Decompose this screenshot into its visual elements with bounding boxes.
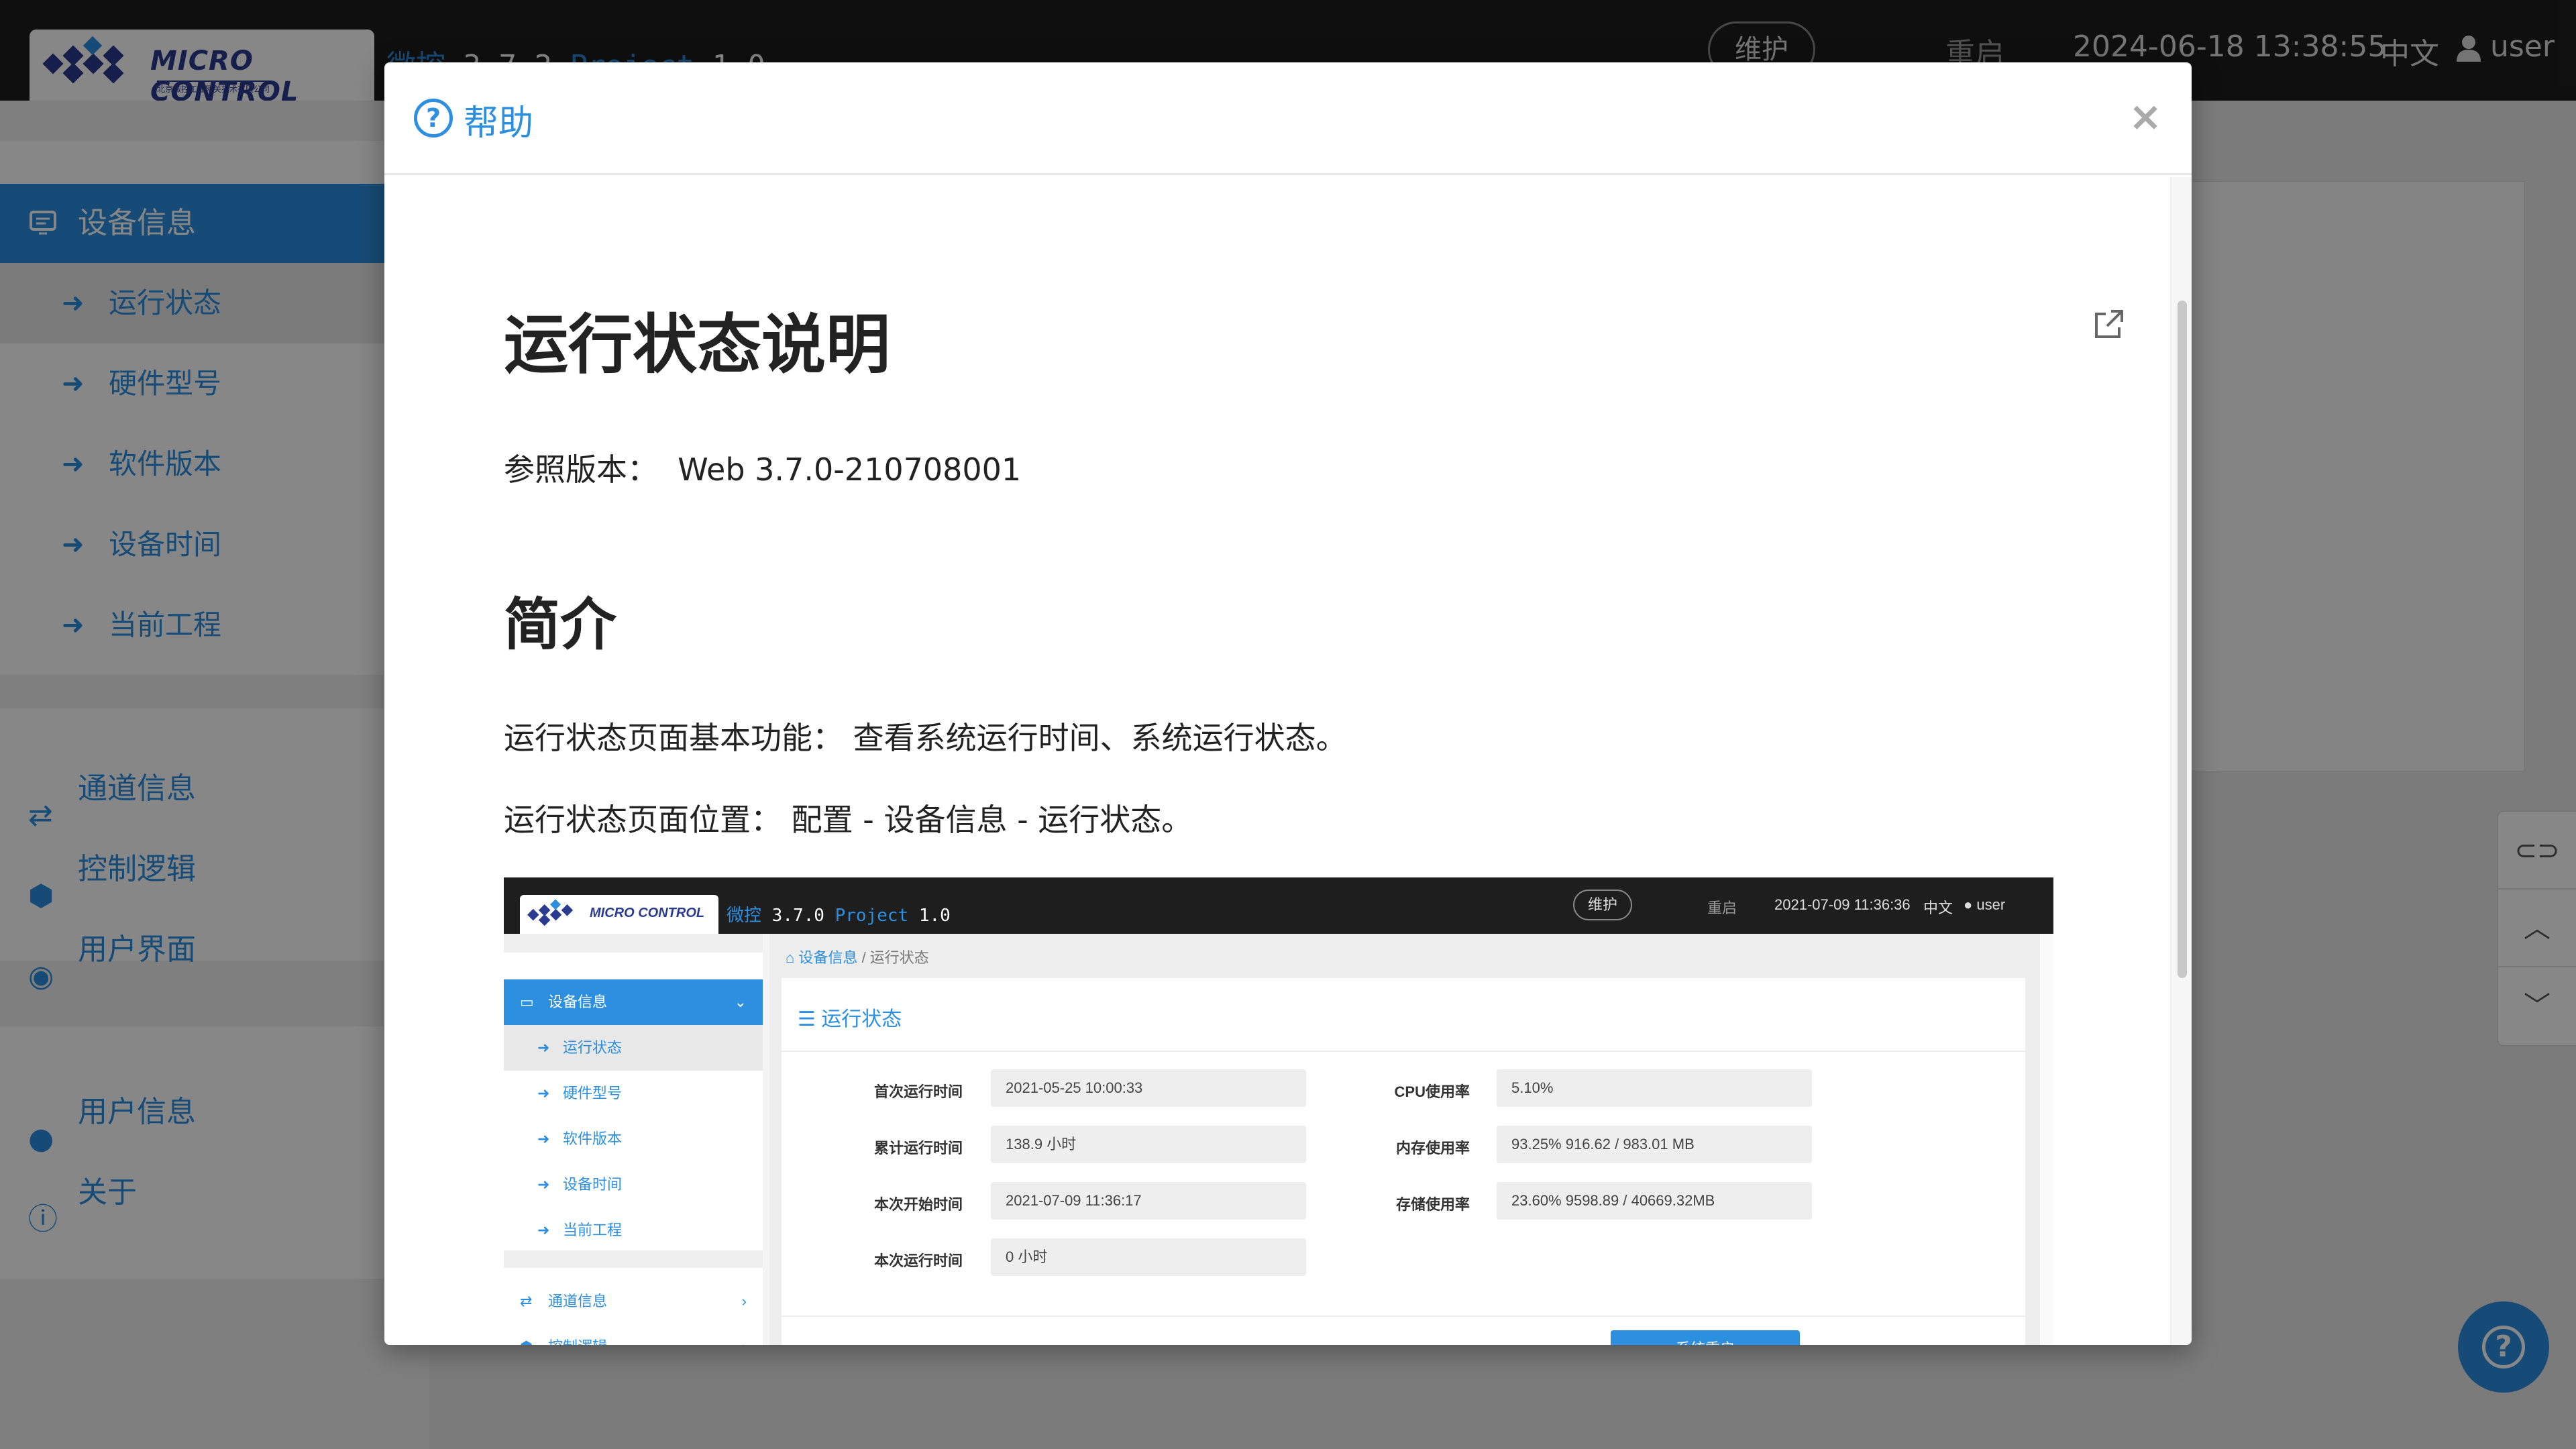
arrow-right-icon: ➜ <box>537 1222 550 1238</box>
field-label: 首次运行时间 <box>873 1083 963 1100</box>
shot-app-title: 微控 3.7.0 Project 1.0 <box>727 906 951 926</box>
home-icon: ⌂ <box>786 949 795 966</box>
doc-heading: 运行状态说明 <box>504 307 890 382</box>
arrow-right-icon: ➜ <box>537 1130 550 1147</box>
question-circle-icon: ? <box>414 99 453 138</box>
shot-top-bar: MICRO CONTROL 微控 3.7.0 Project 1.0 维护 重启… <box>504 877 2053 934</box>
shot-logo: MICRO CONTROL <box>520 895 718 934</box>
field-value: 2021-07-09 11:36:17 <box>991 1182 1306 1220</box>
logo-diamonds-icon <box>527 899 574 926</box>
shot-restart-link: 重启 <box>1707 900 1737 916</box>
shot-sidebar-group: ▭ 设备信息 ⌄ <box>504 979 763 1025</box>
shot-sidebar-item: ➜ 当前工程 <box>504 1208 763 1253</box>
arrow-right-icon: ➜ <box>537 1085 550 1102</box>
arrow-right-icon: ➜ <box>537 1039 550 1056</box>
cube-icon: ⬢ <box>520 1324 533 1345</box>
shot-sidebar-item: ➜ 运行状态 <box>504 1025 763 1071</box>
shot-content: ⌂ 设备信息 / 运行状态 ☰ 运行状态 首次运行时间 2021-05-25 1… <box>769 934 2053 1345</box>
field-value: 93.25% 916.62 / 983.01 MB <box>1497 1126 1812 1163</box>
external-link-icon[interactable] <box>2092 309 2125 341</box>
chevron-right-icon: › <box>741 1293 747 1309</box>
shot-breadcrumb: ⌂ 设备信息 / 运行状态 <box>786 949 929 966</box>
field-label: 累计运行时间 <box>873 1140 963 1157</box>
doc-section-heading: 简介 <box>504 592 617 657</box>
field-label: 本次开始时间 <box>873 1196 963 1213</box>
chevron-right-icon: › <box>742 1324 747 1345</box>
shot-card-header: ☰ 运行状态 <box>782 978 2025 1052</box>
modal-body: 运行状态说明 参照版本： Web 3.7.0-210708001 简介 运行状态… <box>384 177 2170 1345</box>
shot-sidebar-main-item: ⬢控制逻辑› <box>504 1324 763 1345</box>
monitor-icon: ▭ <box>520 994 534 1010</box>
shot-status-card: ☰ 运行状态 首次运行时间 2021-05-25 10:00:33 累计运行时间… <box>782 978 2025 1345</box>
shot-sidebar-item: ➜ 软件版本 <box>504 1116 763 1162</box>
modal-header: ? 帮助 × <box>384 62 2192 175</box>
shot-sidebar: ▭ 设备信息 ⌄ ➜ 运行状态 ➜ 硬件型号 ➜ 软件版本 ➜ 设备时间 ➜ 当前工程 ⇄… <box>504 934 763 1345</box>
exchange-icon: ⇄ <box>520 1293 533 1309</box>
field-value: 0 小时 <box>991 1238 1306 1276</box>
doc-paragraph-location: 运行状态页面位置： 配置 - 设备信息 - 运行状态。 <box>504 802 1193 838</box>
field-label: 存储使用率 <box>1395 1196 1470 1213</box>
shot-sidebar-item: ➜ 硬件型号 <box>504 1071 763 1116</box>
shot-logo-text: MICRO CONTROL <box>590 906 705 920</box>
doc-screenshot: MICRO CONTROL 微控 3.7.0 Project 1.0 维护 重启… <box>504 877 2053 1345</box>
field-value: 138.9 小时 <box>991 1126 1306 1163</box>
field-value: 23.60% 9598.89 / 40669.32MB <box>1497 1182 1812 1220</box>
field-value: 2021-05-25 10:00:33 <box>991 1069 1306 1107</box>
field-value: 5.10% <box>1497 1069 1812 1107</box>
shot-card-title: ☰ 运行状态 <box>798 1008 902 1030</box>
arrow-right-icon: ➜ <box>537 1176 550 1193</box>
shot-sidebar-main-item: ⇄ 通道信息 › <box>504 1279 763 1324</box>
shot-system-restart-button: 系统重启 <box>1611 1330 1800 1345</box>
shot-datetime: 2021-07-09 11:36:36 <box>1774 896 1911 913</box>
help-modal: ? 帮助 × 运行状态说明 参照版本： Web 3.7.0-210708001 … <box>384 62 2192 1345</box>
field-label: 内存使用率 <box>1395 1140 1470 1157</box>
modal-scrollbar[interactable] <box>2170 177 2192 1345</box>
shot-language: 中文 <box>1923 900 1953 916</box>
field-label: CPU使用率 <box>1394 1083 1470 1100</box>
shot-sidebar-item: ➜ 设备时间 <box>504 1162 763 1208</box>
shot-maintenance-button: 维护 <box>1573 890 1632 920</box>
shot-user: ● user <box>1964 896 2006 913</box>
list-icon: ☰ <box>798 1008 816 1030</box>
field-label: 本次运行时间 <box>873 1252 963 1269</box>
shot-scrollbar <box>2040 934 2053 1345</box>
doc-paragraph-function: 运行状态页面基本功能： 查看系统运行时间、系统运行状态。 <box>504 720 1347 756</box>
doc-version: 参照版本： Web 3.7.0-210708001 <box>504 451 1022 488</box>
modal-title: 帮助 <box>464 103 534 144</box>
chevron-down-icon: ⌄ <box>734 994 747 1010</box>
divider <box>782 1316 2025 1317</box>
close-icon[interactable]: × <box>2129 93 2162 140</box>
scrollbar-thumb[interactable] <box>2178 301 2187 978</box>
